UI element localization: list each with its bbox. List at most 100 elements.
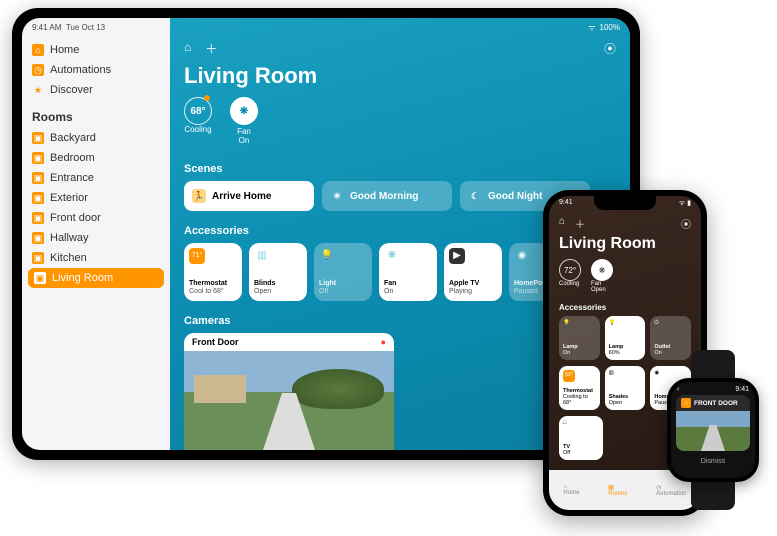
room-icon: ▣ xyxy=(32,212,44,224)
tv-icon: ▶ xyxy=(449,248,465,264)
tile-tv[interactable]: □TVOff xyxy=(559,416,603,460)
room-icon: ▣ xyxy=(32,152,44,164)
tile-blinds[interactable]: ▥BlindsOpen xyxy=(249,243,307,301)
temp-circle: 68° xyxy=(184,97,212,125)
tile-thermostat[interactable]: 71°ThermostatCool to 68° xyxy=(184,243,242,301)
fan-icon: ❋ xyxy=(384,248,400,264)
house-icon: ⌂ xyxy=(681,398,691,408)
home-icon[interactable]: ⌂ xyxy=(559,216,565,231)
summary-label: Fan On xyxy=(230,127,258,145)
camera-card[interactable]: Front Door ● xyxy=(184,333,394,450)
home-icon[interactable]: ⌂ xyxy=(184,40,191,57)
room-bedroom[interactable]: ▣ Bedroom xyxy=(22,148,170,168)
card-title: FRONT DOOR xyxy=(694,400,738,407)
tile-lamp[interactable]: 💡LampOn xyxy=(559,316,600,360)
room-kitchen[interactable]: ▣ Kitchen xyxy=(22,248,170,268)
room-label: Front door xyxy=(50,212,101,224)
scene-label: Good Morning xyxy=(350,191,418,202)
grid-icon: ▦ xyxy=(608,484,627,491)
scene-arrive-home[interactable]: 🏃 Arrive Home xyxy=(184,181,314,211)
star-icon: ★ xyxy=(32,84,44,96)
automation-icon: ◷ xyxy=(32,64,44,76)
room-label: Living Room xyxy=(52,272,113,284)
back-icon[interactable]: ‹ xyxy=(677,386,679,393)
room-title: Living Room xyxy=(184,63,616,89)
climate-summary: 68° Cooling ❋ Fan On xyxy=(184,97,616,145)
broadcast-icon[interactable]: ⦿ xyxy=(604,40,616,57)
summary-label: Cooling xyxy=(184,125,212,134)
thermostat-icon: 69° xyxy=(563,370,575,382)
tile-fan[interactable]: ❋FanOn xyxy=(379,243,437,301)
add-icon[interactable]: ＋ xyxy=(575,216,585,231)
status-dot xyxy=(204,95,210,101)
scenes-header: Scenes xyxy=(184,163,616,175)
blinds-icon: ▥ xyxy=(609,370,642,376)
bulb-icon: 💡 xyxy=(609,320,642,326)
room-exterior[interactable]: ▣Exterior xyxy=(22,188,170,208)
nav-discover[interactable]: ★ Discover xyxy=(22,80,170,100)
room-backyard[interactable]: ▣Backyard xyxy=(22,128,170,148)
tab-rooms[interactable]: ▦Rooms xyxy=(608,484,627,497)
wifi-icon: ᯤ xyxy=(588,22,595,33)
watch-device: ‹9:41 ⌂FRONT DOOR Dismiss xyxy=(657,350,769,510)
room-label: Entrance xyxy=(50,172,94,184)
summary-fan[interactable]: ❋ Fan On xyxy=(230,97,258,145)
room-icon: ▣ xyxy=(32,252,44,264)
sun-icon: ☀ xyxy=(330,189,344,203)
nav-home[interactable]: ⌂ Home xyxy=(22,40,170,60)
record-icon: ● xyxy=(381,337,386,347)
summary-thermostat[interactable]: 72°Cooling xyxy=(559,259,581,293)
outlet-icon: ⏻ xyxy=(654,320,687,326)
room-hallway[interactable]: ▣ Hallway xyxy=(22,228,170,248)
rooms-header: Rooms xyxy=(22,100,170,128)
watch-screen: ‹9:41 ⌂FRONT DOOR Dismiss xyxy=(671,382,755,478)
battery-icon: 100% xyxy=(600,23,620,32)
notch xyxy=(594,196,656,210)
room-icon: ▣ xyxy=(32,232,44,244)
bulb-icon: 💡 xyxy=(319,248,335,264)
add-icon[interactable]: ＋ xyxy=(205,40,217,57)
dismiss-button[interactable]: Dismiss xyxy=(671,453,755,465)
tile-light[interactable]: 💡LightOff xyxy=(314,243,372,301)
nav-label: Discover xyxy=(50,84,93,96)
speaker-icon: ◉ xyxy=(514,248,530,264)
status-indicators: ᯤ 100% xyxy=(588,22,620,33)
scene-good-morning[interactable]: ☀ Good Morning xyxy=(322,181,452,211)
room-label: Exterior xyxy=(50,192,88,204)
person-icon: 🏃 xyxy=(192,189,206,203)
room-entrance[interactable]: ▣ Entrance xyxy=(22,168,170,188)
tile-shades[interactable]: ▥ShadesOpen xyxy=(605,366,646,410)
signal-icon: ᯤ ▮ xyxy=(679,199,691,208)
thermostat-icon: 71° xyxy=(189,248,205,264)
summary-thermostat[interactable]: 68° Cooling xyxy=(184,97,212,145)
room-icon: ▣ xyxy=(34,272,46,284)
room-label: Kitchen xyxy=(50,252,87,264)
room-label: Hallway xyxy=(50,232,89,244)
toolbar: ⌂ ＋ ⦿ xyxy=(184,40,616,57)
summary-fan[interactable]: ❋Fan Open xyxy=(591,259,613,293)
room-icon: ▣ xyxy=(32,132,44,144)
nav-automations[interactable]: ◷ Automations xyxy=(22,60,170,80)
room-icon: ▣ xyxy=(32,172,44,184)
ipad-screen: 9:41 AM Tue Oct 13 ᯤ 100% ⌂ Home ◷ Autom… xyxy=(22,18,630,450)
tile-thermostat[interactable]: 69°ThermostatCooling to 68° xyxy=(559,366,600,410)
camera-notification[interactable]: ⌂FRONT DOOR xyxy=(676,395,750,451)
room-label: Bedroom xyxy=(50,152,95,164)
bulb-icon: 💡 xyxy=(563,320,596,326)
ipad-status-bar: 9:41 AM Tue Oct 13 ᯤ 100% xyxy=(22,18,630,36)
tile-lamp-2[interactable]: 💡Lamp60% xyxy=(605,316,646,360)
house-icon: ⌂ xyxy=(32,44,44,56)
sidebar: ⌂ Home ◷ Automations ★ Discover Rooms ▣B… xyxy=(22,18,170,450)
room-front-door[interactable]: ▣ Front door xyxy=(22,208,170,228)
moon-icon: ☾ xyxy=(468,189,482,203)
camera-name: Front Door xyxy=(192,337,239,347)
camera-thumbnail xyxy=(184,351,394,450)
nav-label: Automations xyxy=(50,64,111,76)
tab-home[interactable]: ⌂Home xyxy=(563,484,579,496)
accessories-header: Accessories xyxy=(549,303,701,316)
tile-apple-tv[interactable]: ▶Apple TVPlaying xyxy=(444,243,502,301)
room-living-room[interactable]: ▣ Living Room xyxy=(28,268,164,288)
scene-label: Arrive Home xyxy=(212,191,271,202)
broadcast-icon[interactable]: ⦿ xyxy=(681,216,691,231)
status-time: 9:41 AM Tue Oct 13 xyxy=(32,23,105,32)
